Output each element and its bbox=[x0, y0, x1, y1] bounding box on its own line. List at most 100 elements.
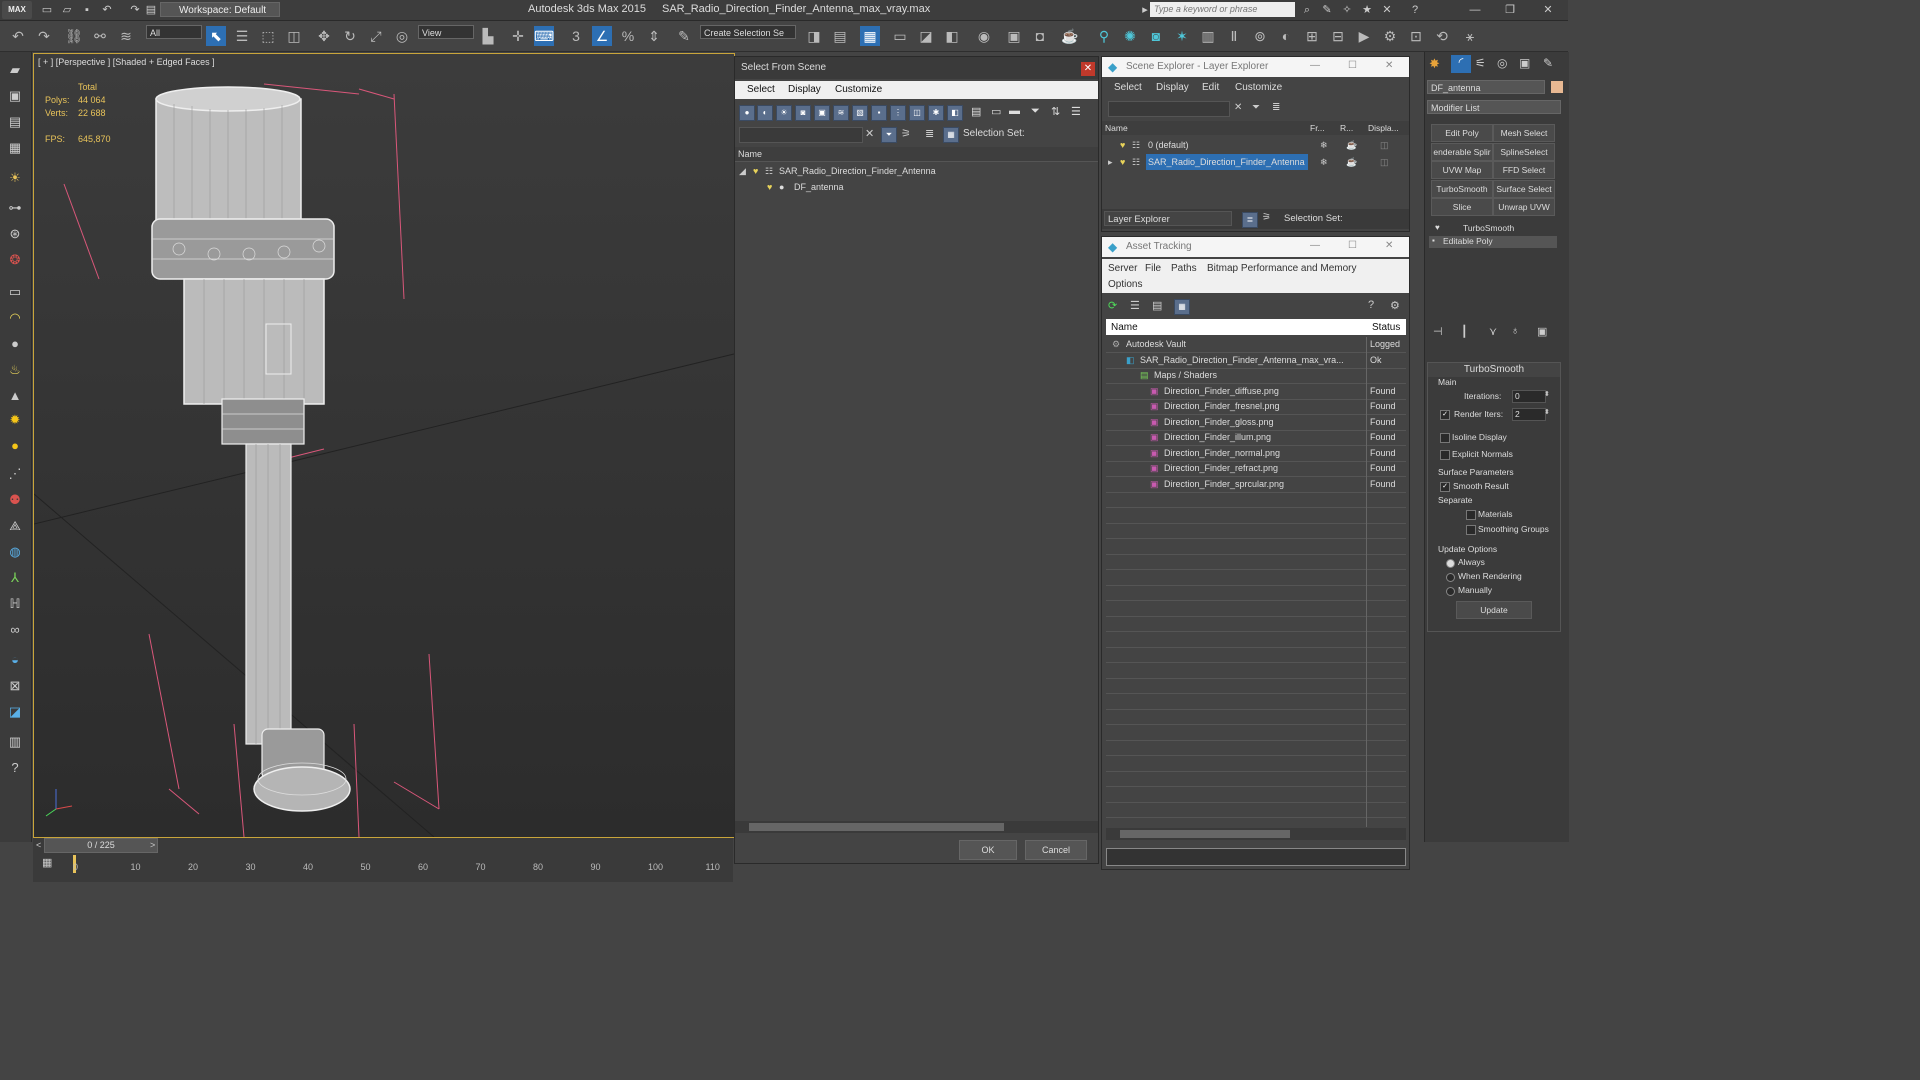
tree-row-child[interactable]: ♥ ● DF_antenna bbox=[739, 179, 1094, 195]
menu-bitmap[interactable]: Bitmap Performance and Memory bbox=[1207, 263, 1357, 274]
select-children-icon[interactable]: ⚞ bbox=[901, 127, 911, 140]
horizontal-scrollbar[interactable] bbox=[735, 821, 1098, 833]
sun-icon[interactable]: ✺ bbox=[1120, 26, 1140, 46]
list-view-icon[interactable]: ☰ bbox=[1130, 299, 1140, 312]
object-name-input[interactable]: DF_antenna bbox=[1427, 80, 1545, 94]
mirror-icon[interactable]: ◨ bbox=[804, 26, 824, 46]
place-icon[interactable]: ◎ bbox=[392, 26, 412, 46]
materials-checkbox[interactable] bbox=[1466, 510, 1476, 520]
freeze-icon[interactable]: ❄ bbox=[1320, 154, 1328, 170]
stack-item-editable-poly[interactable]: ▪ Editable Poly bbox=[1429, 236, 1557, 248]
menu-options[interactable]: Options bbox=[1108, 279, 1142, 290]
material-editor-icon[interactable]: ◉ bbox=[974, 26, 994, 46]
bulb-icon[interactable]: ♥ bbox=[767, 179, 772, 195]
container-icon[interactable]: ▣ bbox=[5, 86, 25, 106]
column-header[interactable]: Name bbox=[735, 147, 1098, 162]
close-icon[interactable]: ✕ bbox=[1385, 240, 1393, 251]
smooth-result-checkbox[interactable]: ✓ bbox=[1440, 482, 1450, 492]
display-lights-icon[interactable]: ☀ bbox=[776, 105, 792, 121]
modifier-button[interactable]: TurboSmooth bbox=[1431, 179, 1493, 198]
modifier-button[interactable]: Unwrap UVW bbox=[1493, 198, 1555, 216]
freeze-icon[interactable]: ❄ bbox=[1320, 137, 1328, 153]
viewport-layout-icon[interactable]: ⊡ bbox=[1406, 26, 1426, 46]
plane-icon[interactable]: ▭ bbox=[5, 282, 25, 302]
globe-icon[interactable]: ◍ bbox=[5, 542, 25, 562]
display-none-icon[interactable]: ▭ bbox=[991, 105, 1001, 118]
display-containers-icon[interactable]: ◫ bbox=[909, 105, 925, 121]
display-bones-icon[interactable]: ⋮ bbox=[890, 105, 906, 121]
hair-icon[interactable]: ⋰ bbox=[5, 464, 25, 484]
iterations-input[interactable]: 0 bbox=[1512, 390, 1546, 403]
filter-icon[interactable]: ⏷ bbox=[1031, 105, 1040, 118]
link-icon[interactable]: ⛓ bbox=[64, 26, 84, 46]
scrollbar-thumb[interactable] bbox=[749, 823, 1004, 831]
app-logo[interactable]: MAX bbox=[2, 1, 32, 19]
menu-display[interactable]: Display bbox=[788, 84, 821, 95]
bind-spacewarp-icon[interactable]: ≋ bbox=[116, 26, 136, 46]
align-icon[interactable]: ▤ bbox=[830, 26, 850, 46]
render-iters-input[interactable]: 2 bbox=[1512, 408, 1546, 421]
display-cameras-icon[interactable]: ◙ bbox=[795, 105, 811, 121]
tree-view-icon[interactable]: ▤ bbox=[1152, 299, 1162, 312]
help-icon[interactable]: ? bbox=[1368, 299, 1374, 311]
modifier-button[interactable]: FFD Select bbox=[1493, 161, 1555, 179]
workspace-dropdown[interactable]: Workspace: Default bbox=[160, 2, 280, 17]
hf-icon[interactable]: ℍ bbox=[5, 594, 25, 614]
close-icon[interactable]: ✕ bbox=[1081, 62, 1095, 76]
move-icon[interactable]: ✥ bbox=[314, 26, 334, 46]
remove-modifier-icon[interactable]: ♁ bbox=[1511, 325, 1519, 337]
column-name[interactable]: Name bbox=[738, 149, 762, 159]
vray-light-icon[interactable]: ♨ bbox=[5, 360, 25, 380]
ok-button[interactable]: OK bbox=[959, 840, 1017, 860]
asset-row[interactable]: ▣ Direction_Finder_gloss.png Found bbox=[1106, 415, 1406, 430]
minimize-icon[interactable]: — bbox=[1310, 60, 1320, 71]
menu-edit[interactable]: Edit bbox=[1202, 82, 1219, 93]
time-slider[interactable]: 0 / 225 bbox=[44, 838, 158, 853]
redo-icon[interactable]: ↷ bbox=[34, 26, 54, 46]
display-invert-icon[interactable]: ▬ bbox=[1009, 105, 1020, 117]
asset-row[interactable]: ▤ Maps / Shaders bbox=[1106, 368, 1406, 383]
table-view-icon[interactable]: ▦ bbox=[1174, 299, 1190, 315]
select-manipulate-icon[interactable]: ✛ bbox=[508, 26, 528, 46]
redo-icon[interactable]: ↷ bbox=[128, 3, 142, 17]
orbit-icon[interactable]: ⟲ bbox=[1432, 26, 1452, 46]
search-input[interactable]: Type a keyword or phrase bbox=[1150, 2, 1295, 17]
display-tab-icon[interactable]: ▣ bbox=[1519, 56, 1530, 70]
isoline-checkbox[interactable] bbox=[1440, 433, 1450, 443]
pivot-icon[interactable]: ▙ bbox=[478, 26, 498, 46]
modifier-list-dropdown[interactable]: Modifier List bbox=[1427, 100, 1561, 114]
sun-icon[interactable]: ✹ bbox=[5, 410, 25, 430]
make-unique-icon[interactable]: ⋎ bbox=[1489, 325, 1497, 338]
motion-tab-icon[interactable]: ◎ bbox=[1497, 56, 1507, 70]
help-icon[interactable]: ? bbox=[1408, 3, 1422, 17]
curve-editor-icon[interactable]: ◪ bbox=[916, 26, 936, 46]
menu-select[interactable]: Select bbox=[1114, 82, 1142, 93]
binoculars-icon[interactable]: ⌕ bbox=[1300, 3, 1314, 17]
asset-row[interactable]: ▣ Direction_Finder_refract.png Found bbox=[1106, 461, 1406, 476]
subscription-icon[interactable]: ✧ bbox=[1340, 3, 1354, 17]
asset-row[interactable]: ▣ Direction_Finder_fresnel.png Found bbox=[1106, 399, 1406, 414]
always-radio[interactable] bbox=[1446, 559, 1455, 568]
minimize-icon[interactable]: — bbox=[1310, 240, 1320, 251]
menu-display[interactable]: Display bbox=[1156, 82, 1189, 93]
render-icon[interactable]: ☕ bbox=[1346, 137, 1357, 153]
smoothing-groups-checkbox[interactable] bbox=[1466, 525, 1476, 535]
undo-icon[interactable]: ↶ bbox=[8, 26, 28, 46]
material-icon[interactable]: ▥ bbox=[1198, 26, 1218, 46]
hierarchy-tab-icon[interactable]: ⚟ bbox=[1475, 56, 1486, 70]
display-frozen-icon[interactable]: ✱ bbox=[928, 105, 944, 121]
keyboard-shortcut-icon[interactable]: ⌨ bbox=[534, 26, 554, 46]
column-freeze[interactable]: Fr... bbox=[1310, 123, 1325, 133]
vray-icon[interactable]: ◐ bbox=[1276, 26, 1296, 46]
asset-row[interactable]: ▣ Direction_Finder_sprcular.png Found bbox=[1106, 477, 1406, 492]
text-icon[interactable]: Ⅱ bbox=[1224, 26, 1244, 46]
scrollbar-thumb[interactable] bbox=[1120, 830, 1290, 838]
mini-listener-icon[interactable]: ▦ bbox=[42, 856, 52, 869]
display-all-icon[interactable]: ▤ bbox=[971, 105, 981, 118]
menu-customize[interactable]: Customize bbox=[1235, 82, 1282, 93]
calendar-icon[interactable]: ▦ bbox=[5, 138, 25, 158]
toggle-ribbon-icon[interactable]: ▭ bbox=[890, 26, 910, 46]
maximize-icon[interactable]: ☐ bbox=[1348, 60, 1357, 71]
layer-row-antenna[interactable]: ▸ ♥ ☷ SAR_Radio_Direction_Finder_Antenna… bbox=[1102, 154, 1409, 170]
tools-icon[interactable]: ✎ bbox=[1320, 3, 1334, 17]
